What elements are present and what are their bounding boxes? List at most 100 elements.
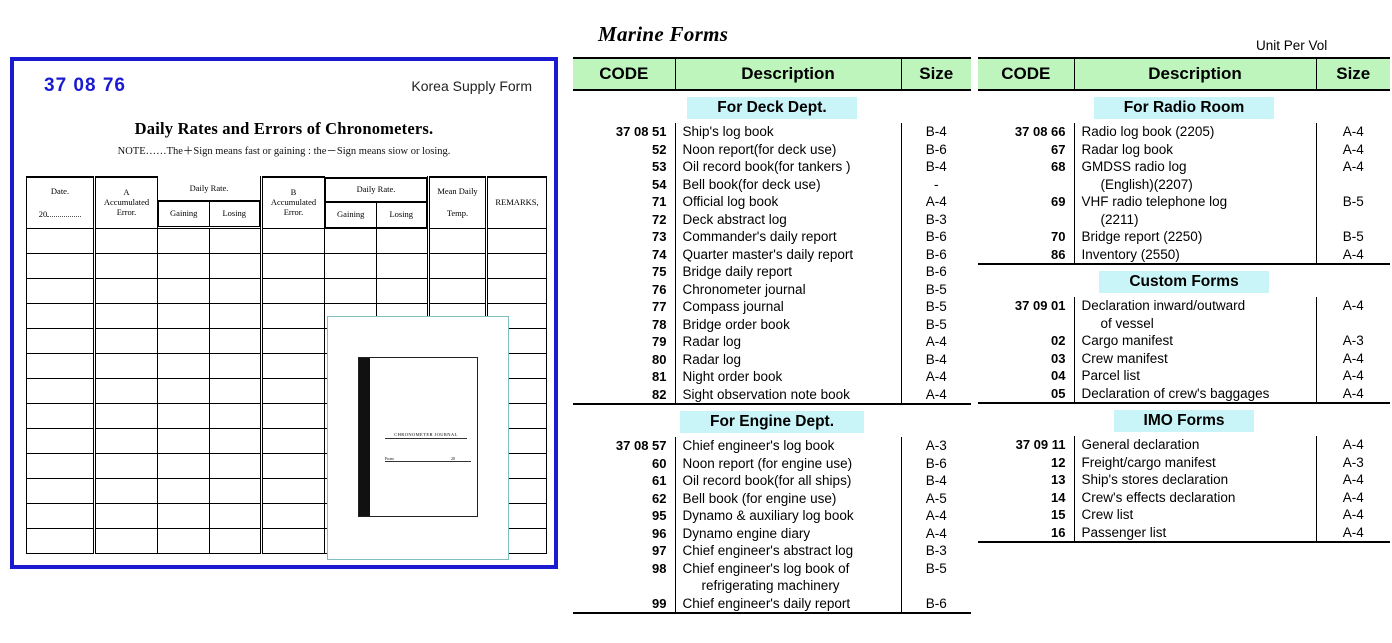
catalog-row[interactable]: 71 Official log book A-4 — [573, 193, 971, 211]
row-size: A-4 — [1342, 472, 1364, 487]
catalog-row[interactable]: 98 Chief engineer's log book of B-5 — [573, 559, 971, 577]
catalog-row[interactable]: 72 Deck abstract log B-3 — [573, 210, 971, 228]
catalog-row[interactable]: 86 Inventory (2550) A-4 — [978, 245, 1390, 265]
catalog-column-right: CODE Description Size For Radio Room 37 0… — [978, 57, 1390, 543]
row-code: 96 — [652, 525, 667, 541]
catalog-row[interactable]: 67 Radar log book A-4 — [978, 140, 1390, 158]
row-size: A-4 — [1316, 245, 1390, 265]
row-description: Noon report (for engine use) — [674, 454, 902, 472]
unit-per-vol-label: Unit Per Vol — [1256, 38, 1328, 53]
catalog-row[interactable]: 60 Noon report (for engine use) B-6 — [573, 454, 971, 472]
catalog-row[interactable]: 12 Freight/cargo manifest A-3 — [978, 453, 1390, 471]
catalog-table-right: CODE Description Size For Radio Room 37 0… — [978, 57, 1390, 543]
table-row — [26, 228, 547, 254]
catalog-row[interactable]: 15 Crew list A-4 — [978, 506, 1390, 524]
row-size: - — [934, 176, 939, 192]
row-code: 03 — [1051, 350, 1066, 366]
catalog-row[interactable]: 95 Dynamo & auxiliary log book A-4 — [573, 507, 971, 525]
col-b-accum: B Accumulated Error. — [260, 176, 325, 229]
catalog-row[interactable]: 77 Compass journal B-5 — [573, 298, 971, 316]
section-spacer — [978, 264, 1390, 271]
row-code: 02 — [1051, 333, 1066, 348]
catalog-row[interactable]: 69 VHF radio telephone log B-5 — [978, 193, 1390, 211]
row-code: 37 08 66 — [1014, 124, 1066, 139]
catalog-row[interactable]: 61 Oil record book(for all ships) B-4 — [573, 472, 971, 490]
catalog-row[interactable]: 37 08 57 Chief engineer's log book A-3 — [573, 437, 971, 455]
row-code: 16 — [978, 523, 1074, 543]
catalog-row[interactable]: (English)(2207) — [978, 175, 1390, 193]
row-description: Crew manifest — [1073, 349, 1317, 367]
catalog-row[interactable]: 75 Bridge daily report B-6 — [573, 263, 971, 281]
catalog-row[interactable]: 70 Bridge report (2250) B-5 — [978, 228, 1390, 246]
catalog-row[interactable]: (2211) — [978, 210, 1390, 228]
catalog-row[interactable]: 73 Commander's daily report B-6 — [573, 228, 971, 246]
header-code: CODE — [573, 57, 676, 91]
col-a-losing: Losing — [208, 200, 260, 227]
catalog-row[interactable]: 79 Radar log A-4 — [573, 333, 971, 351]
catalog-row[interactable]: 37 09 01 Declaration inward/outward A-4 — [978, 297, 1390, 315]
row-size: A-4 — [1342, 507, 1364, 522]
catalog-row[interactable]: 96 Dynamo engine diary A-4 — [573, 524, 971, 542]
row-size: B-3 — [925, 211, 947, 227]
row-code — [978, 315, 1074, 333]
catalog-row[interactable]: 52 Noon report(for deck use) B-6 — [573, 140, 971, 158]
row-description: Chronometer journal — [674, 280, 902, 298]
catalog-row[interactable]: 05 Declaration of crew's baggages A-4 — [978, 384, 1390, 404]
row-description: Radio log book (2205) — [1073, 123, 1317, 141]
catalog-row[interactable]: 54 Bell book(for deck use) - — [573, 175, 971, 193]
catalog-row[interactable]: 14 Crew's effects declaration A-4 — [978, 488, 1390, 506]
catalog-row[interactable]: of vessel — [978, 314, 1390, 333]
section-band: For Radio Room — [978, 97, 1390, 119]
row-code: 67 — [1051, 141, 1066, 157]
catalog-row[interactable]: 99 Chief engineer's daily report B-6 — [573, 594, 971, 614]
row-description: Sight observation note book — [674, 385, 902, 405]
header-size: Size — [1316, 57, 1390, 91]
row-description: Declaration inward/outward — [1073, 297, 1317, 315]
catalog-row[interactable]: 81 Night order book A-4 — [573, 368, 971, 386]
catalog-row[interactable]: 68 GMDSS radio log A-4 — [978, 158, 1390, 176]
row-description: Chief engineer's daily report — [674, 594, 902, 614]
row-description: Ship's log book — [674, 123, 902, 141]
catalog-row[interactable]: refrigerating machinery — [573, 577, 971, 595]
catalog-row[interactable]: 80 Radar log B-4 — [573, 350, 971, 368]
col-b-dailyrate: Daily Rate. — [325, 177, 427, 203]
sample-form-header: 37 08 76 Korea Supply Form — [14, 61, 554, 109]
row-size: B-3 — [925, 543, 947, 558]
catalog-row[interactable]: 04 Parcel list A-4 — [978, 367, 1390, 385]
catalog-row[interactable]: 37 08 51 Ship's log book B-4 — [573, 123, 971, 141]
section-title: IMO Forms — [1113, 410, 1255, 432]
row-code: 13 — [1051, 472, 1066, 487]
row-description: Official log book — [674, 193, 902, 211]
header-description: Description — [1074, 57, 1317, 91]
catalog-row[interactable]: 74 Quarter master's daily report B-6 — [573, 245, 971, 263]
row-description: Deck abstract log — [674, 210, 902, 228]
row-description: Dynamo & auxiliary log book — [674, 507, 902, 525]
row-code: 54 — [652, 176, 667, 192]
row-description: (English)(2207) — [1073, 175, 1317, 193]
catalog-row[interactable]: 78 Bridge order book B-5 — [573, 315, 971, 333]
row-description: Passenger list — [1073, 523, 1317, 543]
section-title: For Engine Dept. — [680, 411, 864, 433]
row-code: 37 08 57 — [615, 438, 667, 453]
header-code: CODE — [978, 57, 1075, 91]
row-size: B-5 — [925, 281, 947, 297]
catalog-row[interactable]: 76 Chronometer journal B-5 — [573, 280, 971, 298]
catalog-row[interactable]: 82 Sight observation note book A-4 — [573, 385, 971, 405]
catalog-row[interactable]: 37 09 11 General declaration A-4 — [978, 436, 1390, 454]
row-size: B-5 — [1342, 229, 1364, 244]
catalog-row[interactable]: 02 Cargo manifest A-3 — [978, 332, 1390, 350]
row-size: A-3 — [925, 438, 947, 453]
catalog-row[interactable]: 53 Oil record book(for tankers ) B-4 — [573, 158, 971, 176]
row-size: B-4 — [925, 351, 947, 367]
catalog-row[interactable]: 16 Passenger list A-4 — [978, 523, 1390, 543]
catalog-row[interactable]: 13 Ship's stores declaration A-4 — [978, 471, 1390, 489]
catalog-row[interactable]: 97 Chief engineer's abstract log B-3 — [573, 542, 971, 560]
book-cover-from: From — [385, 456, 394, 461]
row-size: A-3 — [1342, 333, 1364, 348]
row-description: General declaration — [1073, 436, 1317, 454]
row-size: A-5 — [925, 490, 947, 506]
catalog-row[interactable]: 37 08 66 Radio log book (2205) A-4 — [978, 123, 1390, 141]
catalog-row[interactable]: 62 Bell book (for engine use) A-5 — [573, 489, 971, 507]
catalog-row[interactable]: 03 Crew manifest A-4 — [978, 349, 1390, 367]
row-code: 80 — [652, 351, 667, 367]
